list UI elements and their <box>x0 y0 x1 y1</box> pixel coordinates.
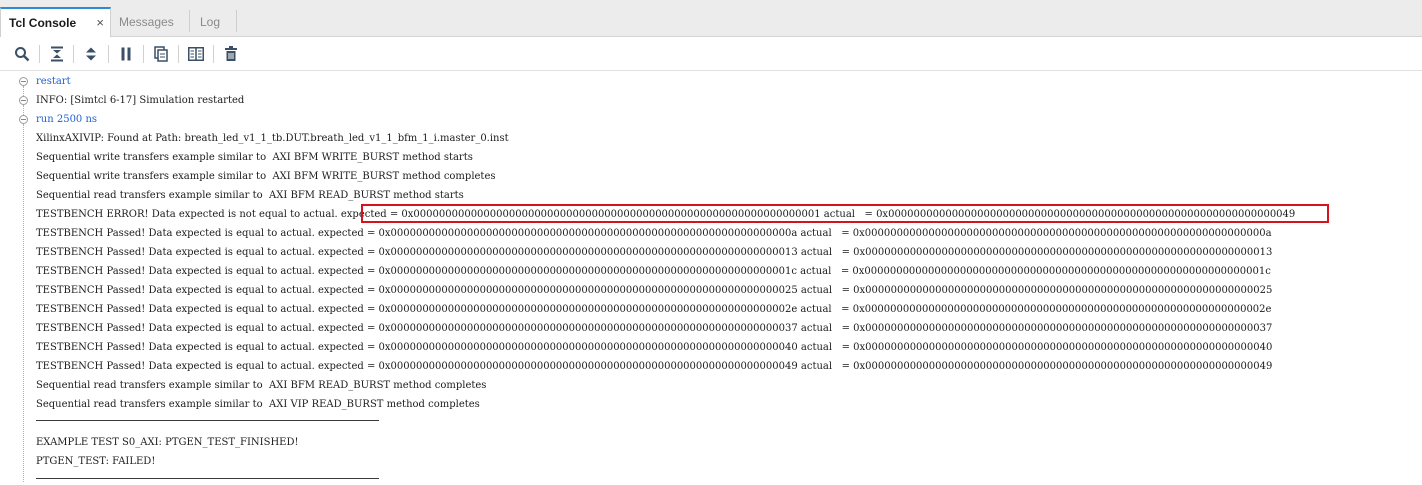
console-line: Sequential read transfers example simila… <box>36 399 480 410</box>
toolbar-divider <box>73 45 74 63</box>
close-icon[interactable]: × <box>96 9 104 37</box>
pause-icon[interactable] <box>116 44 136 64</box>
separator-rule <box>36 420 379 421</box>
console-toolbar <box>0 37 1422 71</box>
toolbar-divider <box>39 45 40 63</box>
fold-gutter <box>23 86 24 96</box>
console-line: Sequential write transfers example simil… <box>36 152 473 163</box>
columns-icon[interactable] <box>186 44 206 64</box>
toolbar-divider <box>108 45 109 63</box>
console-line: TESTBENCH Passed! Data expected is equal… <box>36 304 1272 315</box>
toolbar-divider <box>213 45 214 63</box>
tab-log[interactable]: Log <box>192 7 236 37</box>
fold-toggle-icon[interactable] <box>19 115 28 124</box>
tab-messages[interactable]: Messages <box>111 7 189 37</box>
console-line: Sequential write transfers example simil… <box>36 171 496 182</box>
console-line: TESTBENCH Passed! Data expected is equal… <box>36 228 1272 239</box>
fold-gutter <box>23 124 24 482</box>
tab-divider <box>236 10 237 32</box>
error-highlight-box <box>361 204 1329 223</box>
fold-toggle-icon[interactable] <box>19 96 28 105</box>
copy-icon[interactable] <box>151 44 171 64</box>
tab-label: Tcl Console <box>9 16 77 30</box>
tab-tcl-console[interactable]: Tcl Console × <box>0 7 111 38</box>
fold-gutter <box>23 105 24 115</box>
console-line: TESTBENCH Passed! Data expected is equal… <box>36 266 1271 277</box>
console-line: TESTBENCH Passed! Data expected is equal… <box>36 247 1273 258</box>
console-command: run 2500 ns <box>36 114 98 125</box>
tab-bar: Tcl Console × Messages Log <box>0 0 1422 38</box>
tab-label: Log <box>200 15 221 29</box>
console-line: Sequential read transfers example simila… <box>36 190 464 201</box>
console-line: TESTBENCH Passed! Data expected is equal… <box>36 361 1273 372</box>
fold-toggle-icon[interactable] <box>19 77 28 86</box>
console-line: TESTBENCH Passed! Data expected is equal… <box>36 323 1273 334</box>
console-line: TESTBENCH Passed! Data expected is equal… <box>36 285 1273 296</box>
separator-rule <box>36 478 379 479</box>
search-icon[interactable] <box>12 44 32 64</box>
console-command: restart <box>36 76 71 87</box>
tab-divider <box>189 10 190 32</box>
expand-all-icon[interactable] <box>81 44 101 64</box>
console-line: EXAMPLE TEST S0_AXI: PTGEN_TEST_FINISHED… <box>36 437 299 448</box>
tab-label: Messages <box>119 15 174 29</box>
console-output[interactable]: restart INFO: [Simtcl 6-17] Simulation r… <box>0 72 1422 485</box>
console-line: XilinxAXIVIP: Found at Path: breath_led_… <box>36 133 509 144</box>
toolbar-divider <box>143 45 144 63</box>
console-line: TESTBENCH Passed! Data expected is equal… <box>36 342 1273 353</box>
delete-icon[interactable] <box>221 44 241 64</box>
collapse-all-icon[interactable] <box>47 44 67 64</box>
console-line: Sequential read transfers example simila… <box>36 380 487 391</box>
console-line: INFO: [Simtcl 6-17] Simulation restarted <box>36 95 245 106</box>
console-line: PTGEN_TEST: FAILED! <box>36 456 156 467</box>
toolbar-divider <box>178 45 179 63</box>
